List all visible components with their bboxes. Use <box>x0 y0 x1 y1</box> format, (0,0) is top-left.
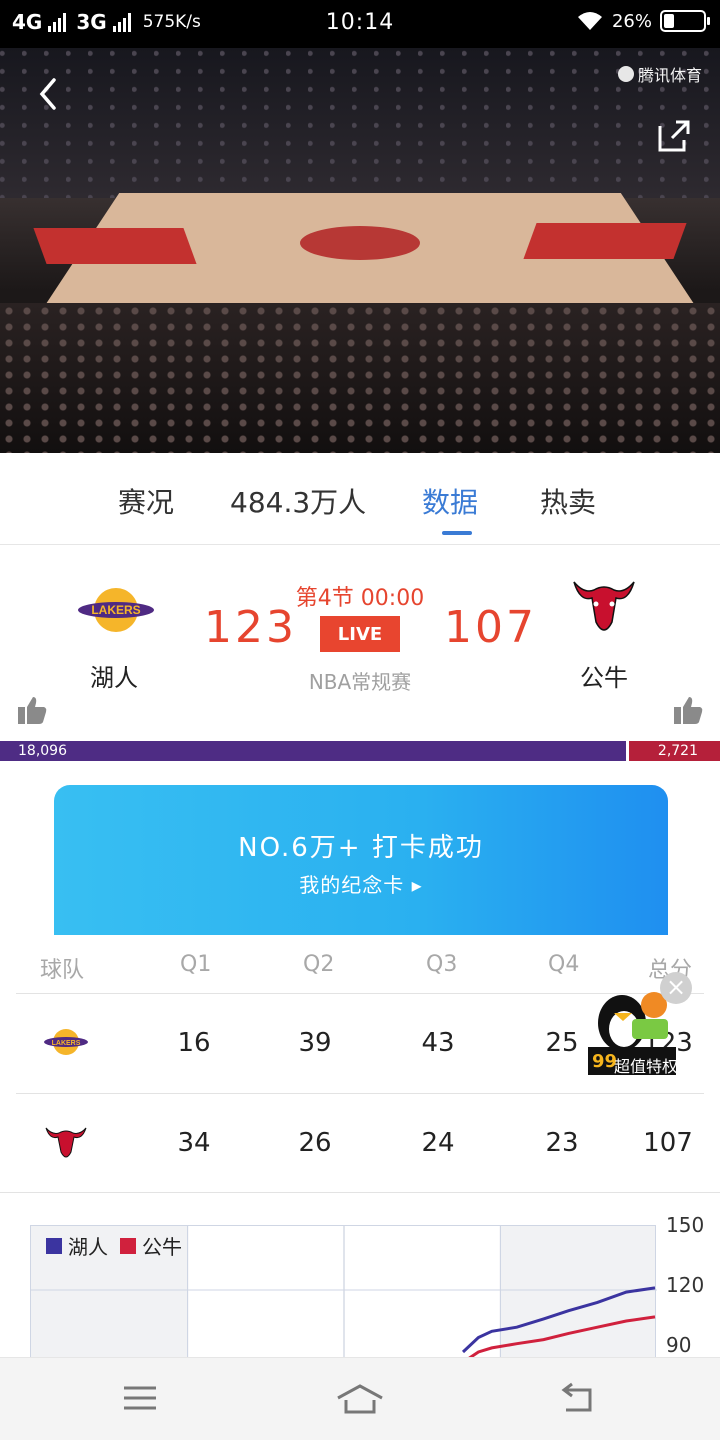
menu-icon[interactable] <box>120 1382 160 1414</box>
support-divider <box>626 741 629 761</box>
header-q4: Q4 <box>548 952 580 977</box>
legend-swatch-home <box>46 1237 62 1254</box>
lakers-q3: 43 <box>421 1028 455 1058</box>
tab-bar: 赛况 484.3万人 数据 热卖 <box>0 453 720 545</box>
bulls-q2: 26 <box>298 1128 332 1158</box>
tab-hot-sale[interactable]: 热卖 <box>540 481 596 521</box>
home-icon[interactable] <box>336 1382 384 1414</box>
tab-viewers[interactable]: 484.3万人 <box>230 481 366 521</box>
scoreboard: LAKERS 湖人 第4节 00:00 123 LIVE 107 NBA常规赛 … <box>0 546 720 741</box>
header-q1: Q1 <box>180 952 212 977</box>
video-frame <box>0 48 720 198</box>
legend-swatch-away <box>120 1237 136 1254</box>
court-paint-left <box>33 228 197 264</box>
home-support-count: 18,096 <box>18 743 67 759</box>
back-icon[interactable] <box>32 76 68 112</box>
my-card-label: 我的纪念卡 <box>299 873 405 897</box>
tab-data[interactable]: 数据 <box>422 481 478 521</box>
checkin-card[interactable]: NO.6万+ 打卡成功 我的纪念卡 ▸ <box>54 785 668 935</box>
thumbs-up-home-icon[interactable] <box>16 694 48 726</box>
chart-column-bg <box>188 1226 343 1360</box>
my-card-link[interactable]: 我的纪念卡 ▸ <box>54 869 668 898</box>
lakers-q1: 16 <box>177 1028 211 1058</box>
system-nav-bar <box>0 1357 720 1440</box>
y-tick-label: 150 <box>666 1213 705 1237</box>
close-icon[interactable]: × <box>660 972 692 1004</box>
bulls-logo[interactable] <box>566 572 642 642</box>
header-q2: Q2 <box>303 952 335 977</box>
away-support-count: 2,721 <box>657 743 698 759</box>
bulls-q4: 23 <box>545 1128 579 1158</box>
away-team-name: 公牛 <box>580 664 628 692</box>
y-tick-label: 120 <box>666 1273 705 1297</box>
active-tab-indicator <box>442 531 472 535</box>
share-icon[interactable] <box>656 118 692 154</box>
checkin-title: NO.6万+ 打卡成功 <box>238 833 484 863</box>
bulls-total: 107 <box>643 1128 693 1158</box>
court-paint-right <box>523 223 687 259</box>
watermark-text: 腾讯体育 <box>637 66 702 85</box>
header-team: 球队 <box>40 958 85 983</box>
legend-label-home: 湖人 <box>68 1235 108 1259</box>
lakers-q4: 25 <box>545 1028 579 1058</box>
home-support-fill <box>0 741 626 761</box>
tencent-logo-icon <box>617 66 634 82</box>
away-score: 107 <box>444 602 537 653</box>
wifi-icon <box>577 12 602 30</box>
table-row: 34 26 24 23 107 <box>16 1093 704 1193</box>
battery-percent: 26% <box>611 10 652 32</box>
bulls-q1: 34 <box>177 1128 211 1158</box>
tab-game-status[interactable]: 赛况 <box>118 481 174 521</box>
score-trend-chart: 湖人 公牛 150 120 90 <box>0 1192 720 1364</box>
header-q3: Q3 <box>426 952 458 977</box>
battery-icon <box>660 10 710 32</box>
home-score: 123 <box>204 602 297 653</box>
chart-legend: 湖人 公牛 <box>46 1231 182 1260</box>
center-court-logo <box>300 226 420 260</box>
lakers-q2: 39 <box>298 1028 332 1058</box>
tencent-sports-watermark: 腾讯体育 <box>617 62 702 86</box>
vip-label: 超值特权 <box>614 1057 679 1076</box>
svg-text:LAKERS: LAKERS <box>52 1040 81 1047</box>
support-ratio-bar: 18,096 2,721 <box>0 741 720 761</box>
legend-label-away: 公牛 <box>142 1235 182 1259</box>
bulls-q3: 24 <box>421 1128 455 1158</box>
crowd-image <box>0 303 720 453</box>
video-player[interactable]: 腾讯体育 <box>0 48 720 453</box>
thumbs-up-away-icon[interactable] <box>672 694 704 726</box>
back-nav-icon[interactable] <box>558 1382 598 1414</box>
y-tick-label: 90 <box>666 1333 692 1357</box>
status-bar: 4G 3G 575K/s 10:14 26% <box>0 0 720 48</box>
bulls-logo <box>45 1127 87 1158</box>
live-badge[interactable]: LIVE <box>320 616 400 652</box>
lakers-logo: LAKERS <box>44 1029 88 1055</box>
play-arrow-icon: ▸ <box>411 873 423 897</box>
